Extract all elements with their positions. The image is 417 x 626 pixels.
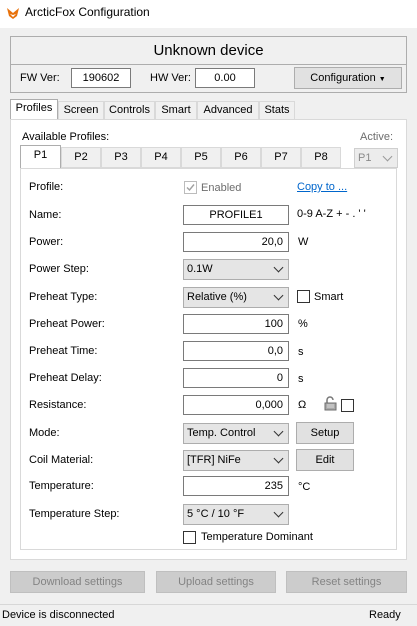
setup-button[interactable]: Setup	[296, 422, 354, 444]
chevron-down-icon	[273, 426, 284, 437]
profile-tab-p1[interactable]: P1	[20, 145, 61, 169]
checkmark-icon	[186, 184, 195, 192]
power-step-value: 0.1W	[187, 263, 213, 275]
chevron-down-icon	[273, 262, 284, 273]
profile-tab-p3[interactable]: P3	[101, 147, 141, 168]
preheat-power-unit: %	[298, 318, 308, 330]
tab-stats[interactable]: Stats	[259, 101, 295, 120]
profile-tab-p8[interactable]: P8	[301, 147, 341, 168]
preheat-type-label: Preheat Type:	[29, 291, 98, 303]
temperature-unit: °C	[298, 481, 311, 493]
preheat-time-input[interactable]: 0,0	[183, 341, 289, 361]
status-bar: Device is disconnected Ready	[0, 604, 417, 626]
temperature-dominant-label: Temperature Dominant	[201, 531, 313, 543]
configuration-button[interactable]: Configuration ▼	[294, 67, 402, 89]
power-input[interactable]: 20,0	[183, 232, 289, 252]
preheat-delay-input[interactable]: 0	[183, 368, 289, 388]
edit-button[interactable]: Edit	[296, 449, 354, 471]
power-step-select[interactable]: 0.1W	[183, 259, 289, 280]
power-step-label: Power Step:	[29, 263, 89, 275]
active-profile-label: Active:	[360, 131, 394, 143]
device-header: Unknown device FW Ver: 190602 HW Ver: 0.…	[10, 36, 407, 93]
coil-material-value: [TFR] NiFe	[187, 454, 241, 466]
chevron-down-icon	[273, 453, 284, 464]
temperature-step-label: Temperature Step:	[29, 508, 120, 520]
upload-settings-button[interactable]: Upload settings	[156, 571, 276, 593]
dropdown-arrow-icon: ▼	[378, 76, 386, 83]
coil-material-select[interactable]: [TFR] NiFe	[183, 450, 289, 471]
mode-label: Mode:	[29, 427, 60, 439]
fw-version-label: FW Ver:	[20, 72, 60, 84]
temperature-input[interactable]: 235	[183, 476, 289, 496]
temperature-step-value: 5 °C / 10 °F	[187, 508, 245, 520]
window-title: ArcticFox Configuration	[25, 5, 150, 19]
connection-status: Device is disconnected	[2, 609, 115, 621]
ready-status: Ready	[369, 609, 401, 621]
chevron-down-icon	[273, 290, 284, 301]
name-label: Name:	[29, 209, 62, 221]
profile-tab-p5[interactable]: P5	[181, 147, 221, 168]
copy-to-link[interactable]: Copy to ...	[297, 181, 347, 193]
reset-settings-button[interactable]: Reset settings	[286, 571, 407, 593]
configuration-button-label: Configuration	[310, 72, 376, 84]
tab-profiles[interactable]: Profiles	[10, 99, 58, 121]
hw-version-label: HW Ver:	[150, 72, 191, 84]
name-input[interactable]: PROFILE1	[183, 205, 289, 225]
resistance-lock-checkbox[interactable]	[341, 399, 354, 412]
temperature-dominant-checkbox[interactable]	[183, 531, 196, 544]
smart-checkbox[interactable]	[297, 290, 310, 303]
power-label: Power:	[29, 236, 64, 248]
resistance-input[interactable]: 0,000	[183, 395, 289, 415]
mode-select[interactable]: Temp. Control	[183, 423, 289, 444]
device-name: Unknown device	[153, 42, 264, 59]
download-settings-button[interactable]: Download settings	[10, 571, 145, 593]
profile-tab-p6[interactable]: P6	[221, 147, 261, 168]
preheat-time-label: Preheat Time:	[29, 345, 98, 357]
profile-tab-p7[interactable]: P7	[261, 147, 301, 168]
fw-version-field[interactable]: 190602	[71, 68, 131, 88]
fox-logo-icon	[7, 8, 19, 19]
tab-controls[interactable]: Controls	[104, 101, 155, 120]
coil-material-label: Coil Material:	[29, 454, 94, 466]
tab-smart[interactable]: Smart	[155, 101, 197, 120]
tab-screen[interactable]: Screen	[58, 101, 104, 120]
active-profile-value: P1	[358, 152, 372, 164]
profile-tab-p4[interactable]: P4	[141, 147, 181, 168]
name-hint: 0-9 A-Z + - . ' '	[297, 208, 366, 220]
hw-version-field[interactable]: 0.00	[195, 68, 255, 88]
preheat-time-unit: s	[298, 346, 304, 358]
enabled-checkbox[interactable]	[184, 181, 197, 194]
temperature-step-select[interactable]: 5 °C / 10 °F	[183, 504, 289, 525]
mode-value: Temp. Control	[187, 427, 256, 439]
lock-open-icon[interactable]	[324, 396, 337, 411]
chevron-down-icon	[273, 507, 284, 518]
resistance-label: Resistance:	[29, 399, 87, 411]
profile-tab-p2[interactable]: P2	[61, 147, 101, 168]
tab-advanced[interactable]: Advanced	[197, 101, 259, 120]
title-bar: ArcticFox Configuration	[0, 0, 417, 28]
available-profiles-label: Available Profiles:	[22, 131, 110, 143]
enabled-label: Enabled	[201, 182, 242, 194]
power-unit: W	[298, 236, 309, 248]
smart-label: Smart	[314, 291, 344, 303]
divider	[11, 64, 406, 65]
temperature-label: Temperature:	[29, 480, 94, 492]
preheat-delay-unit: s	[298, 373, 304, 385]
profile-label: Profile:	[29, 181, 64, 193]
preheat-power-label: Preheat Power:	[29, 318, 105, 330]
active-profile-select[interactable]: P1	[354, 148, 398, 168]
preheat-type-select[interactable]: Relative (%)	[183, 287, 289, 308]
resistance-unit: Ω	[298, 399, 307, 411]
chevron-down-icon	[382, 151, 393, 162]
preheat-type-value: Relative (%)	[187, 291, 247, 303]
preheat-delay-label: Preheat Delay:	[29, 372, 102, 384]
preheat-power-input[interactable]: 100	[183, 314, 289, 334]
